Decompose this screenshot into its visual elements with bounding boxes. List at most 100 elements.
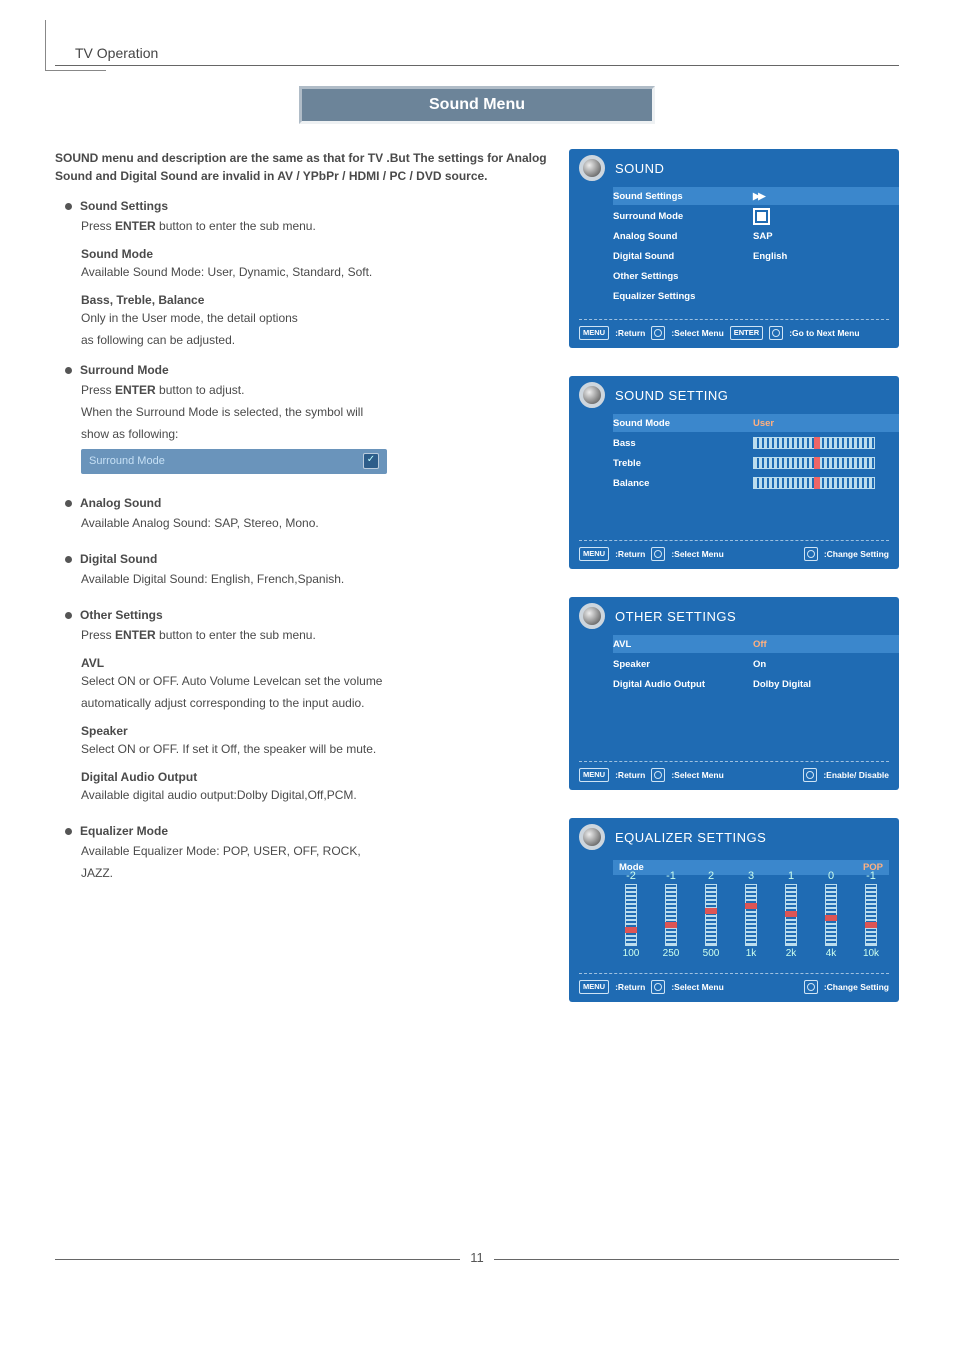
eq-gain: 3	[748, 870, 754, 882]
crop-mark	[45, 20, 106, 71]
sound-settings-desc: Press ENTER button to enter the sub menu…	[81, 217, 549, 235]
osd-other-panel: OTHER SETTINGS AVLOff SpeakerOn Digital Au…	[569, 597, 899, 790]
osd-other-title: OTHER SETTINGS	[615, 609, 736, 624]
eq-freq: 500	[703, 948, 720, 959]
eq-freq: 1k	[746, 948, 757, 959]
eq-track[interactable]	[745, 884, 757, 946]
osd-label: Sound Mode	[613, 418, 753, 429]
osd-row[interactable]: Digital SoundEnglish	[613, 247, 899, 265]
osd-label: Equalizer Settings	[613, 291, 753, 302]
avl-l2: automatically adjust corresponding to th…	[81, 694, 549, 712]
osd-value: English	[753, 251, 787, 262]
bullet-analog: Analog Sound	[65, 494, 549, 512]
speaker-desc: Select ON or OFF. If set it Off, the spe…	[81, 740, 549, 758]
orb-icon	[579, 824, 605, 850]
surround-indicator: Surround Mode ✓	[81, 449, 387, 474]
eq-track[interactable]	[625, 884, 637, 946]
updown-key-icon	[651, 326, 665, 340]
btb-line1: Only in the User mode, the detail option…	[81, 309, 549, 327]
eq-gain: 0	[828, 870, 834, 882]
osd-ss-hints: MENU :Return :Select Menu :Change Settin…	[569, 543, 899, 569]
eq-band[interactable]: -1250	[657, 870, 685, 959]
osd-row[interactable]: AVLOff	[613, 635, 899, 653]
eq-track[interactable]	[665, 884, 677, 946]
bullet-surround: Surround Mode	[65, 361, 549, 379]
page-title-banner: Sound Menu	[299, 86, 655, 124]
analog-desc: Available Analog Sound: SAP, Stereo, Mon…	[81, 514, 549, 532]
osd-value: User	[753, 418, 774, 429]
eq-band[interactable]: 2 500	[697, 870, 725, 959]
osd-label: AVL	[613, 639, 753, 650]
osd-row[interactable]: Digital Audio OutputDolby Digital	[613, 675, 899, 693]
osd-label: Surround Mode	[613, 211, 753, 222]
page-number: 11	[460, 1250, 494, 1265]
eq-gain: -1	[866, 870, 876, 882]
osd-row[interactable]: Sound Settings▶▶	[613, 187, 899, 205]
orb-icon	[579, 382, 605, 408]
sound-mode-desc: Available Sound Mode: User, Dynamic, Sta…	[81, 263, 549, 281]
eq-freq: 100	[623, 948, 640, 959]
updown-key-icon	[651, 980, 665, 994]
osd-label: Speaker	[613, 659, 753, 670]
slider-icon[interactable]	[753, 437, 875, 449]
digital-desc: Available Digital Sound: English, French…	[81, 570, 549, 588]
section-header: TV Operation	[75, 45, 899, 61]
menu-key-icon: MENU	[579, 980, 609, 994]
eq-gain: -1	[666, 870, 676, 882]
bullet-other: Other Settings	[65, 606, 549, 624]
osd-label: Treble	[613, 458, 753, 469]
slider-icon[interactable]	[753, 477, 875, 489]
osd-label: Bass	[613, 438, 753, 449]
description-column: SOUND menu and description are the same …	[55, 149, 549, 1002]
bullet-sound-settings: Sound Settings	[65, 197, 549, 215]
osd-value: On	[753, 659, 766, 670]
osd-row[interactable]: Surround Mode	[613, 207, 899, 225]
eq-l2: JAZZ.	[81, 864, 549, 882]
sound-mode-head: Sound Mode	[81, 245, 549, 263]
slider-icon[interactable]	[753, 457, 875, 469]
eq-track[interactable]	[825, 884, 837, 946]
menu-key-icon: MENU	[579, 547, 609, 561]
updown-key-icon	[651, 547, 665, 561]
eq-track[interactable]	[865, 884, 877, 946]
eq-band[interactable]: -2100	[617, 870, 645, 959]
osd-row[interactable]: Bass	[613, 434, 899, 452]
square-icon	[753, 208, 770, 225]
osd-row[interactable]: Treble	[613, 454, 899, 472]
surround-l1: Press ENTER button to adjust.	[81, 381, 549, 399]
osd-sound-hints: MENU :Return :Select Menu ENTER :Go to N…	[569, 322, 899, 348]
bullet-digital: Digital Sound	[65, 550, 549, 568]
osd-row[interactable]: Other Settings	[613, 267, 899, 285]
eq-track[interactable]	[705, 884, 717, 946]
orb-icon	[579, 603, 605, 629]
osd-row[interactable]: Sound ModeUser	[613, 414, 899, 432]
leftright-key-icon	[804, 547, 818, 561]
osd-eq-panel: EQUALIZER SETTINGS Mode POP -2100-125025…	[569, 818, 899, 1002]
leftright-key-icon	[803, 768, 817, 782]
surround-chip-label: Surround Mode	[89, 453, 165, 470]
osd-row[interactable]: Balance	[613, 474, 899, 492]
speaker-head: Speaker	[81, 722, 549, 740]
eq-gain: 2	[708, 870, 714, 882]
osd-label: Balance	[613, 478, 753, 489]
osd-row[interactable]: Equalizer Settings	[613, 287, 899, 305]
menu-key-icon: MENU	[579, 768, 609, 782]
eq-band[interactable]: 3 1k	[737, 870, 765, 959]
osd-row[interactable]: Analog SoundSAP	[613, 227, 899, 245]
eq-freq: 4k	[826, 948, 837, 959]
osd-label: Digital Sound	[613, 251, 753, 262]
osd-sound-setting-title: SOUND SETTING	[615, 388, 728, 403]
eq-band[interactable]: -110k	[857, 870, 885, 959]
eq-band[interactable]: 0 4k	[817, 870, 845, 959]
osd-eq-title: EQUALIZER SETTINGS	[615, 830, 766, 845]
osd-sound-title: SOUND	[615, 161, 664, 176]
osd-sound-panel: SOUND Sound Settings▶▶ Surround Mode Analo…	[569, 149, 899, 348]
eq-gain: 1	[788, 870, 794, 882]
surround-l2: When the Surround Mode is selected, the …	[81, 403, 549, 421]
orb-icon	[579, 155, 605, 181]
eq-band[interactable]: 12k	[777, 870, 805, 959]
avl-head: AVL	[81, 654, 549, 672]
osd-row[interactable]: SpeakerOn	[613, 655, 899, 673]
eq-track[interactable]	[785, 884, 797, 946]
divider	[55, 65, 899, 66]
